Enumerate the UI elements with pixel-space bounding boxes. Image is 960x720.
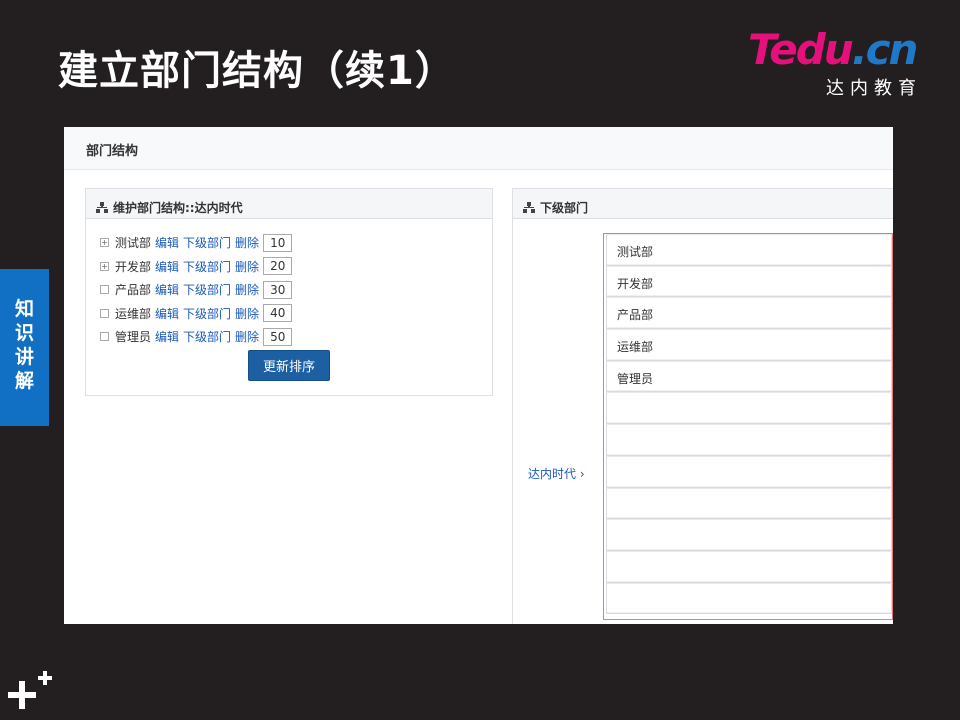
leaf-icon [100, 332, 109, 342]
plus-decoration-icon [8, 671, 52, 709]
order-input[interactable] [263, 304, 293, 323]
panel-title: 下级部门 [540, 200, 589, 215]
department-name: 管理员 [115, 330, 152, 345]
delete-link[interactable]: 删除 [235, 234, 259, 251]
breadcrumb[interactable]: 达内时代 › [528, 465, 585, 482]
slide-title: 建立部门结构（续1） [58, 48, 456, 94]
side-tab-char: 解 [14, 370, 34, 392]
sub-department-link[interactable]: 下级部门 [183, 281, 231, 298]
panel-title: 维护部门结构::达内时代 [113, 200, 243, 215]
order-input[interactable] [263, 257, 293, 276]
sub-department-item[interactable] [606, 424, 892, 456]
list-item: + 开发部 编辑 下级部门 删除 [100, 255, 492, 279]
sub-department-item[interactable]: 管理员 [606, 360, 892, 393]
delete-link[interactable]: 删除 [235, 258, 259, 275]
sub-department-item[interactable] [606, 455, 892, 488]
side-tab-char: 识 [14, 322, 34, 344]
logo-edu: edu [769, 25, 853, 74]
department-name: 测试部 [115, 236, 152, 251]
sitemap-icon [96, 201, 108, 213]
sub-department-item[interactable]: 运维部 [606, 329, 892, 361]
sitemap-icon [523, 201, 535, 213]
sub-department-item[interactable] [606, 487, 892, 520]
sub-department-link[interactable]: 下级部门 [183, 328, 231, 345]
side-tab-char: 讲 [14, 346, 34, 368]
delete-link[interactable]: 删除 [235, 281, 259, 298]
maintain-structure-panel: 维护部门结构::达内时代 + 测试部 编辑 下级部门 删除 + 开发部 编辑 下… [85, 188, 493, 396]
expand-icon[interactable]: + [100, 261, 109, 271]
panel-header: 下级部门 [513, 189, 893, 219]
edit-link[interactable]: 编辑 [155, 281, 179, 298]
leaf-icon [100, 285, 109, 295]
side-tab-char: 知 [14, 298, 34, 320]
sub-department-item[interactable]: 测试部 [606, 234, 892, 266]
order-input[interactable] [263, 280, 293, 299]
sub-department-item[interactable]: 产品部 [606, 297, 892, 330]
page-title: 部门结构 [64, 127, 893, 170]
expand-icon[interactable]: + [100, 238, 109, 248]
logo-t: T [748, 25, 771, 74]
sub-department-item[interactable] [606, 392, 892, 425]
list-item: 产品部 编辑 下级部门 删除 [100, 278, 492, 302]
sub-department-item[interactable] [606, 582, 892, 615]
delete-link[interactable]: 删除 [235, 328, 259, 345]
sub-department-item[interactable] [606, 550, 892, 583]
department-tree: + 测试部 编辑 下级部门 删除 + 开发部 编辑 下级部门 删除 产品部 编辑… [86, 219, 492, 349]
list-item: 运维部 编辑 下级部门 删除 [100, 302, 492, 326]
leaf-icon [100, 308, 109, 318]
list-item: + 测试部 编辑 下级部门 删除 [100, 231, 492, 255]
delete-link[interactable]: 删除 [235, 305, 259, 322]
sub-department-link[interactable]: 下级部门 [183, 258, 231, 275]
sub-department-panel: 下级部门 达内时代 › 测试部 开发部 产品部 运维部 管理员 [512, 188, 893, 624]
department-name: 产品部 [115, 283, 152, 298]
department-name: 开发部 [115, 259, 152, 274]
edit-link[interactable]: 编辑 [155, 234, 179, 251]
order-input[interactable] [263, 327, 293, 346]
list-item: 管理员 编辑 下级部门 删除 [100, 325, 492, 349]
sub-department-item[interactable]: 开发部 [606, 265, 892, 298]
app-screenshot: 部门结构 维护部门结构::达内时代 + 测试部 编辑 下级部门 删除 + 开发部… [64, 127, 893, 624]
edit-link[interactable]: 编辑 [155, 328, 179, 345]
logo-cn: .cn [851, 25, 919, 74]
panel-header: 维护部门结构::达内时代 [86, 189, 492, 219]
tedu-logo: Tedu.cn 达内教育 [748, 28, 938, 100]
sub-department-list: 测试部 开发部 产品部 运维部 管理员 [603, 233, 893, 620]
order-input[interactable] [263, 233, 293, 252]
sub-department-link[interactable]: 下级部门 [183, 305, 231, 322]
department-name: 运维部 [115, 306, 152, 321]
knowledge-tab: 知 识 讲 解 [0, 269, 49, 426]
sub-department-link[interactable]: 下级部门 [183, 234, 231, 251]
update-order-button[interactable]: 更新排序 [248, 350, 330, 381]
edit-link[interactable]: 编辑 [155, 258, 179, 275]
logo-subtitle: 达内教育 [826, 78, 922, 99]
sub-department-item[interactable] [606, 519, 892, 551]
edit-link[interactable]: 编辑 [155, 305, 179, 322]
